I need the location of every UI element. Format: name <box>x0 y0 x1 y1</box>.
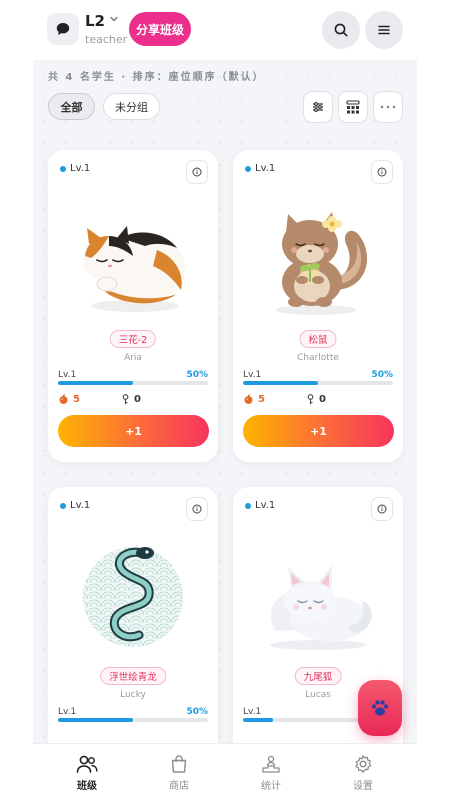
progress-percent: 50% <box>371 370 393 380</box>
header: L2 teacher 分享班级 <box>33 0 417 60</box>
share-class-button[interactable]: 分享班级 <box>129 12 191 46</box>
search-button[interactable] <box>322 11 360 49</box>
level-label: Lv.1 <box>255 163 276 174</box>
pet-name-tag: 九尾狐 <box>294 667 342 685</box>
class-name[interactable]: L2 <box>85 12 105 30</box>
nav-tab-class[interactable]: 班级 <box>39 744 135 800</box>
key-value: 0 <box>319 394 326 405</box>
filter-settings-button[interactable] <box>303 91 333 123</box>
class-role: teacher <box>85 33 128 46</box>
level-label: Lv.1 <box>70 500 91 511</box>
level-dot <box>60 165 66 172</box>
info-button[interactable] <box>186 160 208 184</box>
pet-action-fab[interactable] <box>358 680 402 736</box>
level-dot <box>245 165 251 172</box>
student-name: Charlotte <box>297 353 339 363</box>
pet-name-tag: 浮世绘青龙 <box>100 667 166 685</box>
progress-bar-fill <box>58 718 133 722</box>
student-card[interactable]: Lv.1 三花-2 Aria Lv.1 50% 5 0 +1 <box>48 150 218 462</box>
more-options-button[interactable] <box>373 91 403 123</box>
student-name: Lucky <box>120 690 146 700</box>
progress-level-label: Lv.1 <box>243 707 262 717</box>
shopping-bag-icon <box>171 754 187 773</box>
sliders-icon <box>313 102 323 112</box>
progress-bar-fill <box>243 718 273 722</box>
level-label: Lv.1 <box>255 500 276 511</box>
student-card[interactable]: Lv.1 松鼠 Charlotte Lv.1 50% 5 0 +1 <box>233 150 403 462</box>
key-icon <box>307 394 314 405</box>
calico-cat-pet-image <box>83 226 185 312</box>
people-icon <box>76 755 98 773</box>
food-count: 5 <box>243 394 265 405</box>
podium-icon <box>262 755 280 773</box>
info-icon <box>192 504 202 514</box>
progress-bar <box>58 381 208 385</box>
ukiyoe-dragon-pet-image <box>83 547 183 647</box>
food-value: 5 <box>258 394 265 405</box>
progress-level-label: Lv.1 <box>243 370 262 380</box>
filter-ungrouped[interactable]: 未分组 <box>103 93 160 120</box>
chat-bubble-icon <box>56 23 70 35</box>
info-icon <box>377 504 387 514</box>
bottom-nav: 班级 商店 统计 设置 <box>33 743 417 800</box>
progress-bar <box>243 381 393 385</box>
food-value: 5 <box>73 394 80 405</box>
more-icon <box>380 105 396 109</box>
chat-button[interactable] <box>47 13 79 45</box>
level-label: Lv.1 <box>70 163 91 174</box>
info-button[interactable] <box>371 160 393 184</box>
nav-label-stats: 统计 <box>261 780 281 792</box>
progress-bar-fill <box>58 381 133 385</box>
progress-bar-fill <box>243 381 318 385</box>
student-summary: 共 4 名学生 · 排序：座位顺序（默认） <box>48 72 265 83</box>
key-count: 0 <box>306 394 326 405</box>
progress-level-label: Lv.1 <box>58 370 77 380</box>
key-count: 0 <box>121 394 141 405</box>
progress-percent: 50% <box>186 370 208 380</box>
class-page: L2 teacher 分享班级 共 4 名学生 · 排序：座位顺序（默认） 全部… <box>33 0 417 800</box>
add-point-button[interactable]: +1 <box>243 415 394 447</box>
pet-name-tag: 松鼠 <box>299 330 337 348</box>
pet-name-tag: 三花-2 <box>109 330 157 348</box>
add-point-button[interactable]: +1 <box>58 415 209 447</box>
paw-icon <box>371 700 389 716</box>
level-badge: Lv.1 <box>60 500 90 511</box>
search-icon <box>334 23 348 37</box>
info-icon <box>192 167 202 177</box>
menu-icon <box>378 25 390 35</box>
nav-tab-stats[interactable]: 统计 <box>223 744 319 800</box>
gear-icon <box>355 754 372 773</box>
level-dot <box>245 502 251 509</box>
seat-grid-icon <box>346 100 360 114</box>
food-count: 5 <box>58 394 80 405</box>
filter-all[interactable]: 全部 <box>48 93 95 120</box>
info-icon <box>377 167 387 177</box>
level-dot <box>60 502 66 509</box>
level-badge: Lv.1 <box>60 163 90 174</box>
key-icon <box>122 394 129 405</box>
nav-label-class: 班级 <box>77 780 97 792</box>
food-icon <box>59 394 68 404</box>
nav-label-settings: 设置 <box>353 780 373 792</box>
info-button[interactable] <box>371 497 393 521</box>
student-name: Aria <box>124 353 142 363</box>
nav-tab-shop[interactable]: 商店 <box>131 744 227 800</box>
level-badge: Lv.1 <box>245 500 275 511</box>
nav-label-shop: 商店 <box>169 780 189 792</box>
chevron-down-icon[interactable] <box>109 14 119 24</box>
menu-button[interactable] <box>365 11 403 49</box>
progress-level-label: Lv.1 <box>58 707 77 717</box>
nav-tab-settings[interactable]: 设置 <box>315 744 411 800</box>
seat-layout-button[interactable] <box>338 91 368 123</box>
level-badge: Lv.1 <box>245 163 275 174</box>
white-fox-pet-image <box>270 565 372 650</box>
food-icon <box>244 394 253 404</box>
progress-bar <box>58 718 208 722</box>
progress-percent: 50% <box>186 707 208 717</box>
squirrel-pet-image <box>276 212 368 315</box>
key-value: 0 <box>134 394 141 405</box>
info-button[interactable] <box>186 497 208 521</box>
